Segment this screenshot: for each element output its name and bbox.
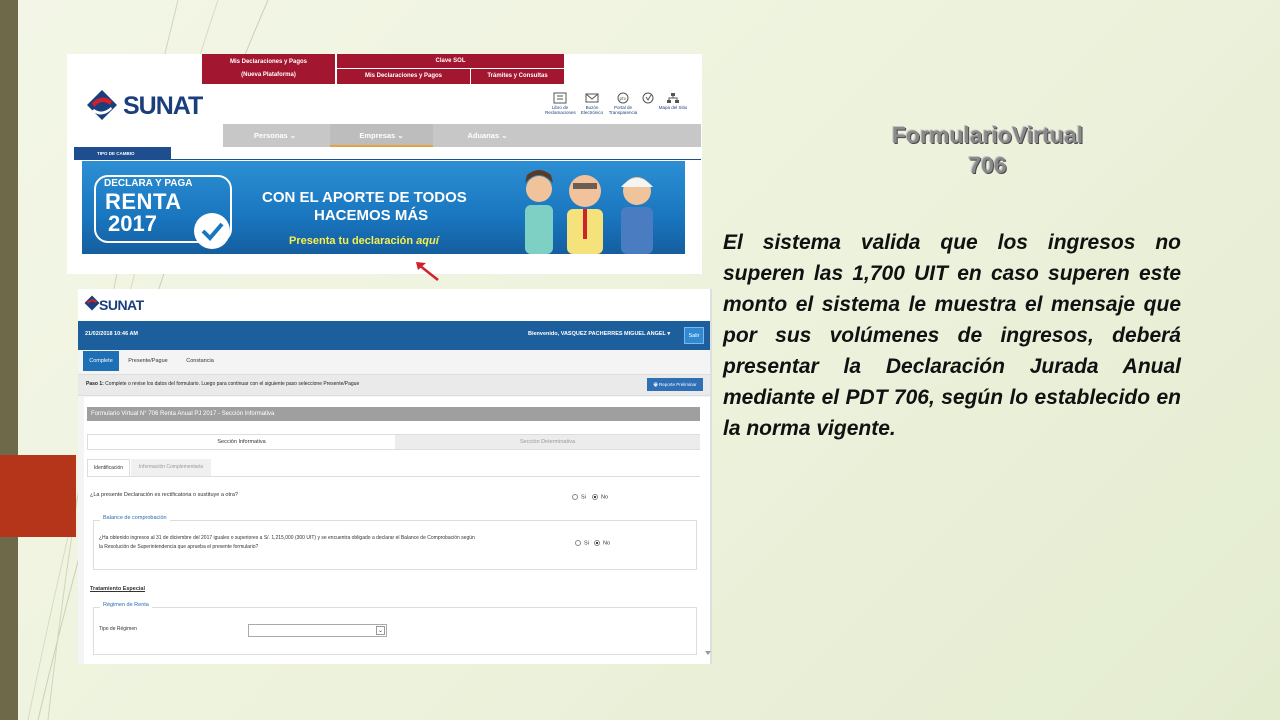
renta-2017-banner[interactable]: DECLARA Y PAGA RENTA 2017 CON EL APORTE … xyxy=(82,161,685,254)
tab-identificacion[interactable]: Identificación xyxy=(87,459,130,476)
sunat-portal-screenshot: Mis Declaraciones y Pagos (Nueva Platafo… xyxy=(67,54,702,274)
banner-line1: CON EL APORTE DE TODOS xyxy=(262,189,467,206)
question-rectificatoria: ¿La presente Declaración es rectificator… xyxy=(90,492,238,498)
check-icon xyxy=(194,213,230,249)
tab-seccion-determinativa[interactable]: Sección Determinativa xyxy=(395,435,700,449)
help-icon xyxy=(642,92,654,104)
radio-dot xyxy=(594,540,600,546)
radio-balance-si[interactable]: Si xyxy=(575,540,589,546)
banner-cta-text: Presenta tu declaración xyxy=(289,235,414,247)
sunat-logo[interactable]: SUNAT xyxy=(84,87,234,123)
regimen-fieldset xyxy=(93,607,697,655)
formulario-706-screenshot: SUNAT 21/02/2018 10:46 AM Bienvenido, VA… xyxy=(78,289,712,664)
radio-dot xyxy=(575,540,581,546)
nav-empresas[interactable]: Empresas ⌄ xyxy=(330,124,433,147)
radio-dot xyxy=(572,494,578,500)
divider xyxy=(74,159,701,160)
paso-text: Complete o revise los datos del formular… xyxy=(103,381,360,387)
mail-icon xyxy=(585,93,599,103)
scrollbar[interactable] xyxy=(710,289,711,664)
sunat-logo-icon xyxy=(87,90,117,120)
banner-cta-link: aquí xyxy=(416,235,439,247)
radio-label: No xyxy=(603,540,611,547)
tab-sublabel: (Nueva Plataforma) xyxy=(241,72,296,78)
chevron-down-icon: ⌄ xyxy=(501,131,508,140)
transparency-icon: ptv xyxy=(617,92,629,104)
step-presente-pague[interactable]: Presente/Pague xyxy=(123,351,173,371)
banner-declara: DECLARA Y PAGA xyxy=(104,178,193,189)
left-accent-bar xyxy=(0,0,18,720)
chevron-down-icon: ⌄ xyxy=(376,626,385,635)
logo-text: SUNAT xyxy=(123,92,203,120)
orange-accent-block xyxy=(0,455,76,537)
tratamiento-especial-heading: Tratamiento Especial xyxy=(90,586,146,592)
tab-informacion-complementaria[interactable]: Información Complementaria xyxy=(131,459,211,476)
regimen-legend: Régimen de Renta xyxy=(100,602,152,608)
radio-label: Si xyxy=(584,540,589,547)
buzon-electronico-link[interactable]: Buzón Electrónico xyxy=(577,92,607,115)
session-date: 21/02/2018 10:46 AM xyxy=(85,331,138,337)
radio-label: No xyxy=(601,494,609,501)
red-arrow-icon xyxy=(416,262,439,281)
balance-legend: Balance de comprobación xyxy=(100,515,170,521)
chevron-down-icon: ⌄ xyxy=(397,131,404,140)
svg-text:ptv: ptv xyxy=(620,96,627,101)
mapa-sitio-link[interactable]: Mapa del Sitio xyxy=(658,92,688,110)
nav-label: Personas xyxy=(253,131,288,140)
nav-aduanas[interactable]: Aduanas ⌄ xyxy=(436,124,539,147)
user-menu[interactable]: Bienvenido, VASQUEZ PACHERRES MIGUEL ANG… xyxy=(528,331,670,337)
reporte-preliminar-button[interactable]: 🖶 Reporte Preliminar xyxy=(647,378,703,391)
banner-year: 2017 xyxy=(108,211,157,236)
radio-rectificatoria-si[interactable]: Si xyxy=(572,494,586,500)
slide-title-line1: FormularioVirtual xyxy=(891,122,1084,148)
subtab-mis-declaraciones[interactable]: Mis Declaraciones y Pagos xyxy=(337,69,470,84)
subtab-tramites[interactable]: Trámites y Consultas xyxy=(471,69,564,84)
tipo-regimen-select[interactable]: ⌄ xyxy=(248,624,387,637)
reporte-label: Reporte Preliminar xyxy=(658,382,697,387)
question-balance: ¿Ha obtenido ingresos al 31 de diciembre… xyxy=(99,535,475,550)
icon-label: Libro de Reclamaciones xyxy=(545,105,576,115)
tab-mis-declaraciones-nueva[interactable]: Mis Declaraciones y Pagos (Nueva Platafo… xyxy=(202,54,335,84)
radio-rectificatoria-no[interactable]: No xyxy=(592,494,608,500)
chevron-down-icon: ⌄ xyxy=(289,131,297,140)
tab-label: Mis Declaraciones y Pagos xyxy=(229,59,308,65)
slide-title: FormularioVirtual 706 xyxy=(820,120,1155,180)
radio-dot xyxy=(592,494,598,500)
tipo-cambio-label: TIPO DE CAMBIO xyxy=(97,151,135,156)
radio-label: Si xyxy=(581,494,586,501)
utility-icons: Libro de Reclamaciones Buzón Electrónico… xyxy=(545,92,702,120)
instructions-text: Paso 1: Complete o revise los datos del … xyxy=(86,381,359,387)
paso-label: Paso 1: xyxy=(86,381,104,387)
step-complete[interactable]: Complete xyxy=(83,351,119,371)
radio-balance-no[interactable]: No xyxy=(594,540,610,546)
nav-label: Empresas xyxy=(359,131,396,140)
tipo-regimen-label: Tipo de Régimen xyxy=(99,626,137,632)
salir-button[interactable]: Salir xyxy=(684,327,704,344)
nav-personas[interactable]: Personas ⌄ xyxy=(223,124,327,147)
tab-seccion-informativa[interactable]: Sección Informativa xyxy=(88,435,395,449)
main-nav: Personas ⌄ Empresas ⌄ Aduanas ⌄ xyxy=(223,124,701,147)
icon-label: Portal de Transparencia xyxy=(608,105,638,115)
tab-clave-sol[interactable]: Clave SOL xyxy=(337,54,564,68)
section-tabs: Sección Informativa Sección Determinativ… xyxy=(87,434,700,450)
form-title: Formulario Virtual N° 706 Renta Anual PJ… xyxy=(87,407,700,421)
icon-label: Buzón Electrónico xyxy=(580,105,604,115)
step-constancia[interactable]: Constancia xyxy=(175,351,225,371)
book-icon xyxy=(553,92,567,104)
scroll-down-icon[interactable] xyxy=(705,651,711,655)
banner-line2: HACEMOS MÁS xyxy=(314,207,429,224)
slide-body-text: El sistema valida que los ingresos no su… xyxy=(723,231,1181,440)
people-illustration xyxy=(525,170,653,254)
form-header: SUNAT xyxy=(78,289,711,321)
divider xyxy=(87,476,700,477)
banner-cta[interactable]: Presenta tu declaración aquí xyxy=(289,235,439,247)
icon-label: Mapa del Sitio xyxy=(658,105,688,110)
welcome-text: Bienvenido, VASQUEZ PACHERRES MIGUEL ANG… xyxy=(528,331,666,337)
sitemap-icon xyxy=(667,93,679,103)
libro-reclamaciones-link[interactable]: Libro de Reclamaciones xyxy=(545,92,576,115)
logo-text: SUNAT xyxy=(99,297,144,313)
nav-label: Aduanas xyxy=(467,131,500,140)
slide-title-line2: 706 xyxy=(968,152,1007,178)
